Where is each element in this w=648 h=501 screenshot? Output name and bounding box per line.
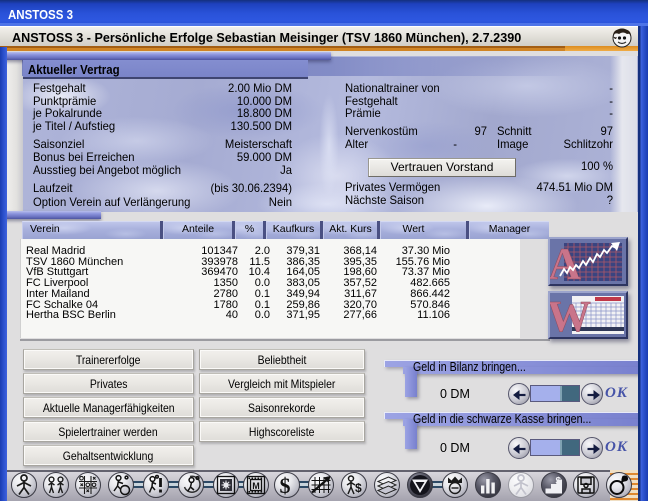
svg-text:A: A — [550, 239, 581, 284]
svg-text:$: $ — [355, 481, 362, 495]
svg-text:$: $ — [556, 476, 562, 487]
svg-text:W: W — [550, 293, 591, 337]
svg-text:M: M — [252, 481, 260, 491]
svg-text:$: $ — [280, 473, 291, 497]
